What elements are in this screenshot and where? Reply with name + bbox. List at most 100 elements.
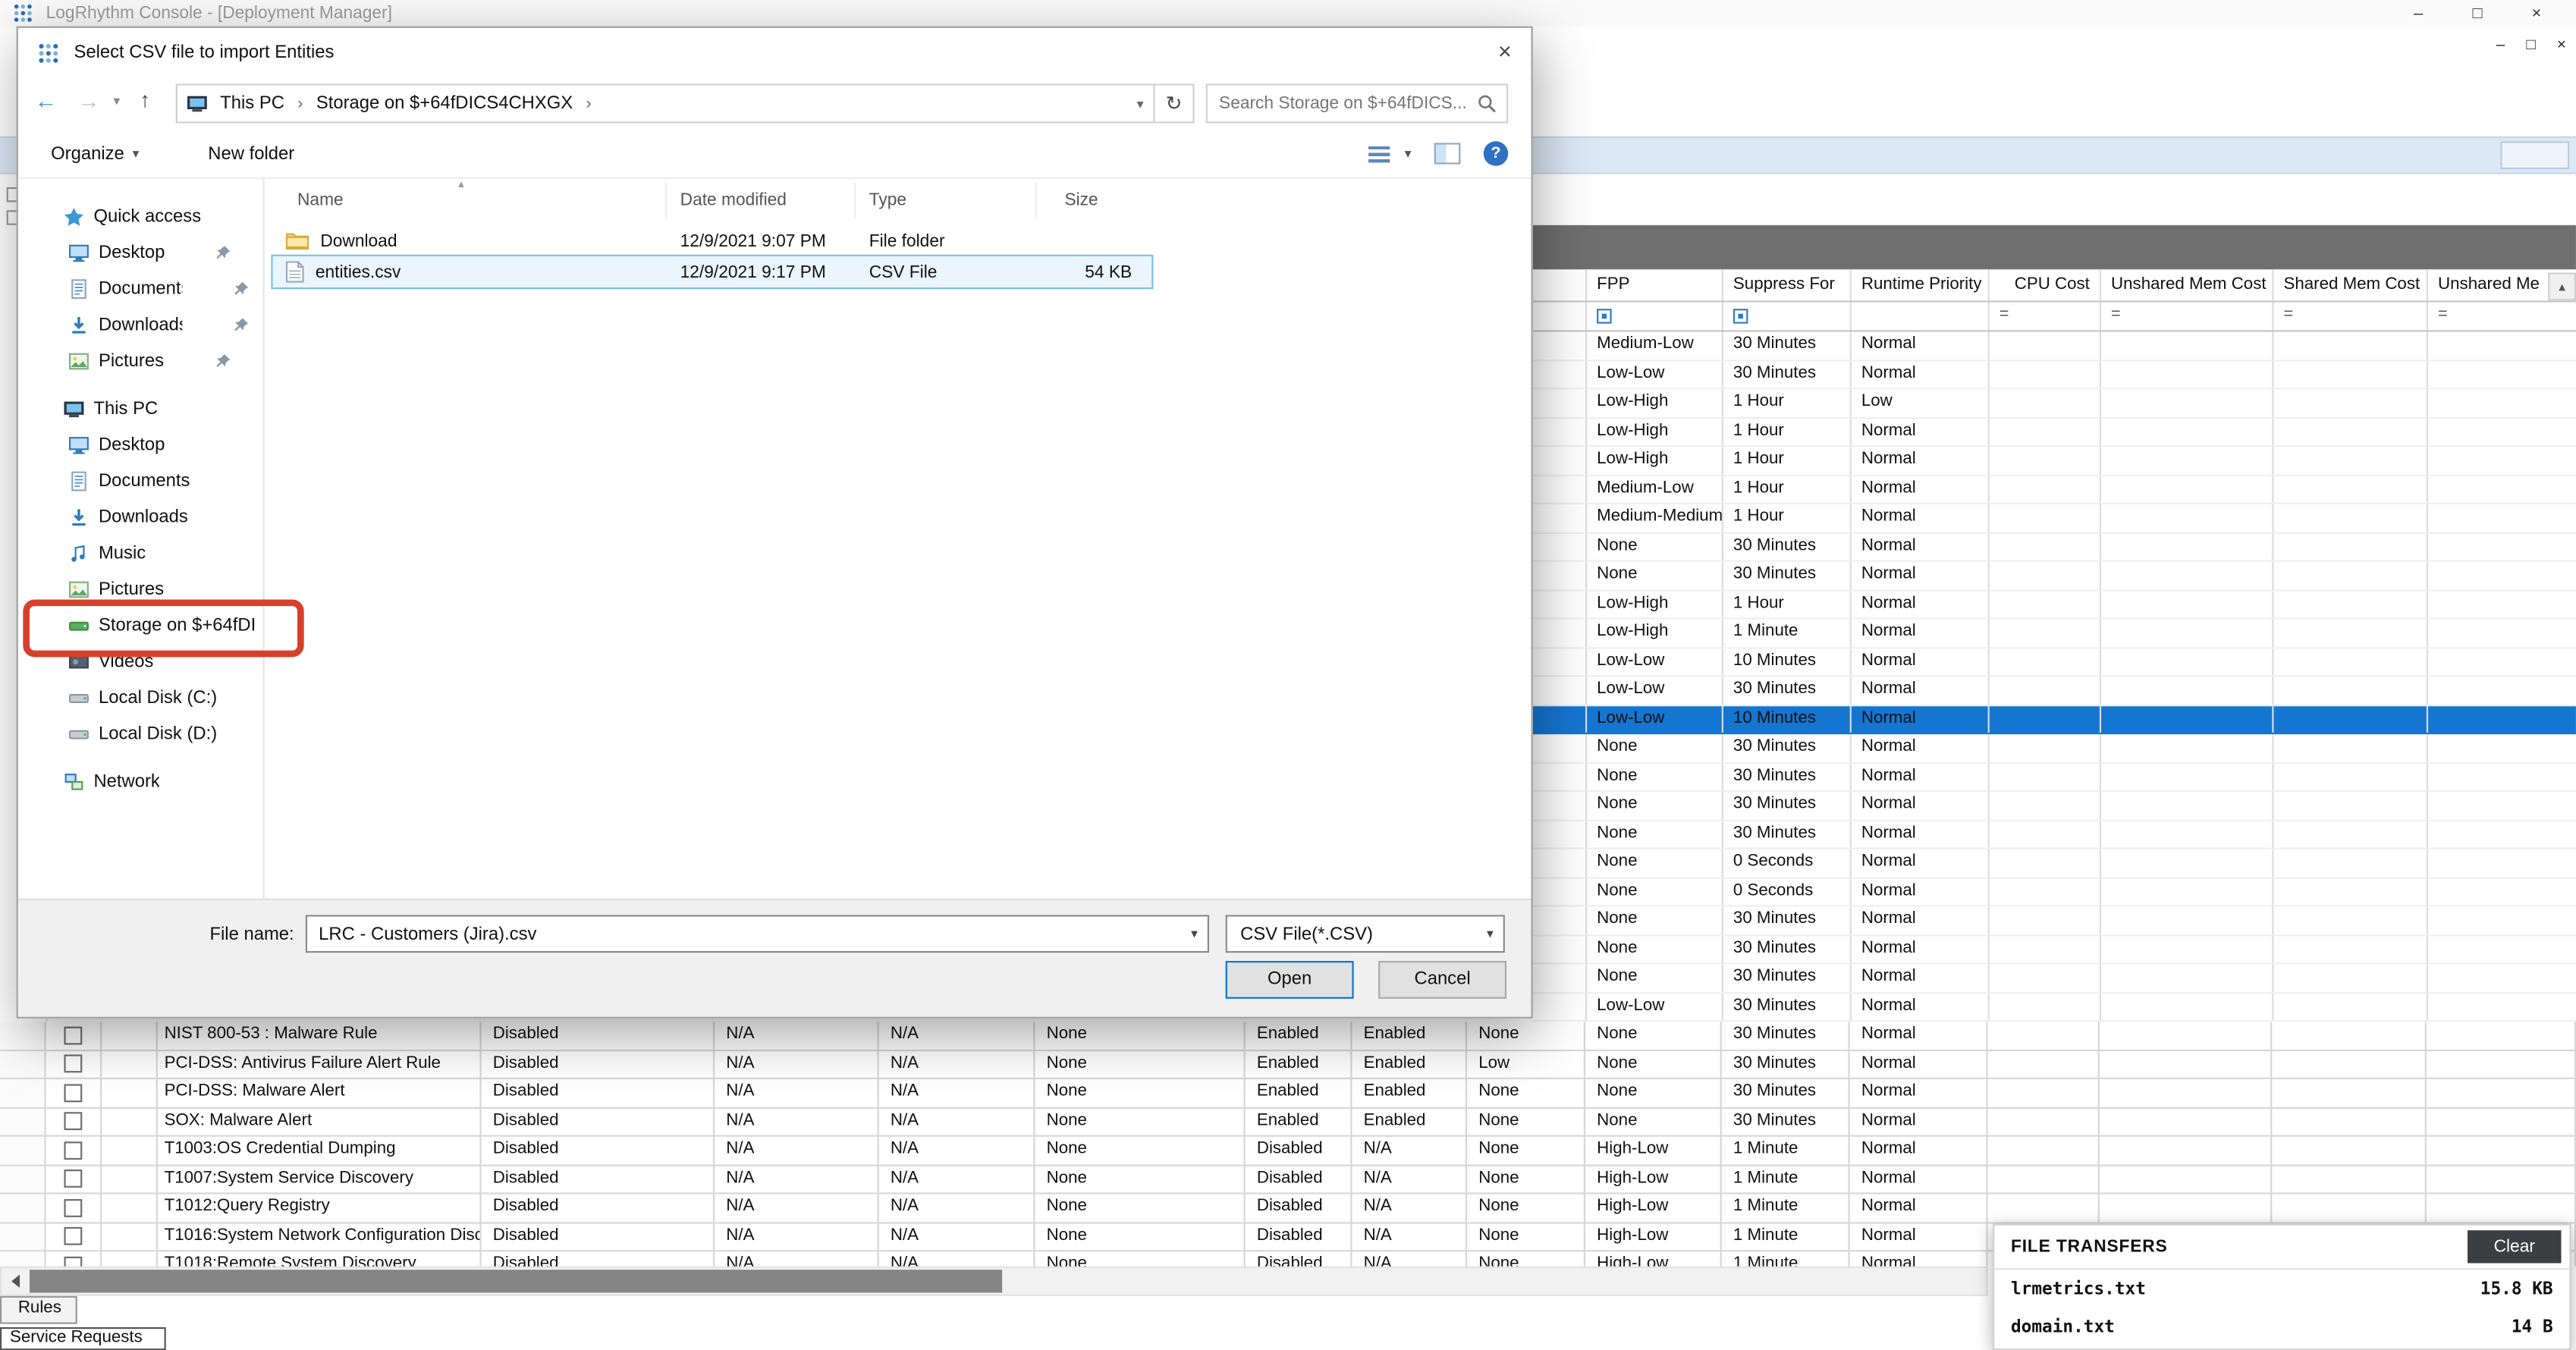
row-checkbox[interactable]: [64, 1170, 82, 1188]
column-header-name[interactable]: Name: [273, 182, 668, 218]
recent-locations-dropdown-icon[interactable]: ▾: [113, 93, 120, 108]
breadcrumb-this-pc[interactable]: This PC: [220, 93, 284, 113]
column-header-size[interactable]: Size: [1037, 182, 1152, 218]
grid-row[interactable]: Low-High1 MinuteNormal: [1533, 620, 2576, 648]
address-bar[interactable]: This PC › Storage on $+64fDICS4CHXGX › ▾: [176, 83, 1155, 123]
back-button[interactable]: ←: [34, 87, 57, 114]
address-dropdown-icon[interactable]: ▾: [1137, 96, 1144, 111]
grid-row[interactable]: Low-High1 HourNormal: [1533, 418, 2576, 447]
filter-cell-shared-mem-cost[interactable]: =: [2272, 303, 2427, 331]
restore-icon[interactable]: □: [2448, 1, 2507, 25]
rule-row-t1007-system-service-discovery[interactable]: T1007:System Service DiscoveryDisabledN/…: [0, 1166, 2576, 1195]
sidebar-item-downloads[interactable]: Downloads: [18, 499, 263, 535]
organize-menu[interactable]: Organize ▾: [51, 144, 139, 164]
sidebar-item-music[interactable]: Music: [18, 535, 263, 572]
tab-service-requests[interactable]: Service Requests: [0, 1327, 166, 1350]
dialog-close-button[interactable]: ×: [1478, 28, 1531, 77]
grid-row[interactable]: None30 MinutesNormal: [1533, 763, 2576, 792]
transfer-row-domain-txt[interactable]: domain.txt14 B: [1994, 1308, 2569, 1345]
grid-row[interactable]: Low-High1 HourLow: [1533, 389, 2576, 418]
sidebar-item-documents[interactable]: Documents: [18, 463, 263, 500]
column-header-runtime-priority[interactable]: Runtime Priority: [1850, 269, 1988, 300]
filter-cell-cpu-cost[interactable]: =: [1988, 303, 2100, 331]
grid-row[interactable]: Low-Low10 MinutesNormal: [1533, 648, 2576, 677]
rule-row-pci-dss-malware-alert[interactable]: PCI-DSS: Malware AlertDisabledN/AN/ANone…: [0, 1079, 2576, 1108]
row-checkbox[interactable]: [64, 1084, 82, 1102]
view-mode-button[interactable]: ▾: [1368, 146, 1411, 162]
grid-row[interactable]: None0 SecondsNormal: [1533, 878, 2576, 907]
rule-row-sox-malware-alert[interactable]: SOX: Malware AlertDisabledN/AN/ANoneEnab…: [0, 1108, 2576, 1137]
grid-row[interactable]: None30 MinutesNormal: [1533, 533, 2576, 562]
grid-row[interactable]: Low-Low30 MinutesNormal: [1533, 993, 2576, 1022]
grid-row[interactable]: None30 MinutesNormal: [1533, 821, 2576, 849]
rule-row-nist-800-53-malware-rule[interactable]: NIST 800-53 : Malware RuleDisabledN/AN/A…: [0, 1022, 2576, 1050]
filter-cell-runtime-priority[interactable]: [1850, 303, 1988, 331]
grid-row[interactable]: None30 MinutesNormal: [1533, 562, 2576, 591]
grid-row[interactable]: None30 MinutesNormal: [1533, 792, 2576, 821]
scrollbar-thumb[interactable]: [30, 1270, 1002, 1292]
breadcrumb-storage[interactable]: Storage on $+64fDICS4CHXGX: [316, 93, 573, 113]
column-header-type[interactable]: Type: [856, 182, 1036, 218]
grid-row[interactable]: Medium-Low1 HourNormal: [1533, 476, 2576, 504]
grid-row[interactable]: Low-High1 HourNormal: [1533, 591, 2576, 620]
grid-row[interactable]: Low-Low30 MinutesNormal: [1533, 677, 2576, 705]
sidebar-item-downloads[interactable]: Downloads: [18, 307, 263, 344]
grid-row[interactable]: None30 MinutesNormal: [1533, 734, 2576, 763]
preview-pane-icon[interactable]: [1434, 143, 1461, 164]
minimize-icon[interactable]: –: [2389, 1, 2448, 25]
transfer-row-lrmetrics-txt[interactable]: lrmetrics.txt15.8 KB: [1994, 1270, 2569, 1308]
cancel-button[interactable]: Cancel: [1378, 961, 1506, 999]
grid-row[interactable]: None0 SecondsNormal: [1533, 849, 2576, 878]
sidebar-section-quick-access[interactable]: Quick access: [18, 199, 263, 235]
row-checkbox[interactable]: [64, 1141, 82, 1160]
sidebar-item-local-disk-d[interactable]: Local Disk (D:): [18, 716, 263, 752]
sidebar-item-local-disk-c[interactable]: Local Disk (C:): [18, 680, 263, 717]
help-button[interactable]: ?: [1484, 141, 1508, 165]
filter-cell-unshared-mem-cost[interactable]: =: [2100, 303, 2272, 331]
tab-rules[interactable]: Rules: [0, 1296, 77, 1324]
rule-row-t1012-query-registry[interactable]: T1012:Query RegistryDisabledN/AN/ANoneDi…: [0, 1195, 2576, 1223]
sidebar-item-pictures[interactable]: Pictures: [18, 344, 263, 380]
grid-row[interactable]: None30 MinutesNormal: [1533, 964, 2576, 993]
grid-row[interactable]: None30 MinutesNormal: [1533, 935, 2576, 964]
column-header-cpu-cost[interactable]: CPU Cost: [1988, 269, 2100, 300]
horizontal-scrollbar[interactable]: [0, 1267, 1988, 1296]
search-box[interactable]: [1206, 83, 1509, 123]
column-header-unshared-mem-cost[interactable]: Unshared Mem Cost: [2100, 269, 2272, 300]
column-header-fpp[interactable]: FPP: [1585, 269, 1722, 300]
file-name-input[interactable]: [319, 924, 1181, 943]
refresh-button[interactable]: ↻: [1155, 83, 1195, 123]
sidebar-item-desktop[interactable]: Desktop: [18, 235, 263, 272]
file-type-select[interactable]: CSV File(*.CSV) ▾: [1226, 915, 1505, 953]
row-checkbox[interactable]: [64, 1113, 82, 1131]
grid-row[interactable]: Medium-Medium1 HourNormal: [1533, 504, 2576, 533]
row-checkbox[interactable]: [64, 1055, 82, 1073]
row-checkbox[interactable]: [64, 1227, 82, 1245]
file-name-combobox[interactable]: ▾: [306, 915, 1209, 953]
filter-cell-unshared-me[interactable]: =: [2427, 303, 2576, 331]
grid-row[interactable]: Low-High1 HourNormal: [1533, 447, 2576, 476]
forward-button[interactable]: →: [77, 87, 100, 114]
search-input[interactable]: [1219, 93, 1477, 113]
file-row-download[interactable]: Download12/9/2021 9:07 PMFile folder: [273, 225, 1152, 256]
sidebar-item-documents[interactable]: Documents: [18, 271, 263, 307]
sidebar-section-this-pc[interactable]: This PC: [18, 391, 263, 427]
clear-button[interactable]: Clear: [2468, 1230, 2561, 1263]
mdi-close-icon[interactable]: ×: [2557, 36, 2566, 55]
scroll-up-button[interactable]: ▴: [2548, 273, 2576, 301]
file-row-entities-csv[interactable]: entities.csv12/9/2021 9:17 PMCSV File54 …: [273, 256, 1152, 287]
open-button[interactable]: Open: [1226, 961, 1354, 999]
grid-row[interactable]: None30 MinutesNormal: [1533, 907, 2576, 936]
sidebar-section-network[interactable]: Network: [18, 764, 263, 800]
dialog-titlebar[interactable]: Select CSV file to import Entities ×: [18, 28, 1531, 77]
filter-cell-suppress-for[interactable]: [1722, 303, 1850, 331]
grid-row-selected[interactable]: Low-Low10 MinutesNormal: [1533, 705, 2576, 734]
new-folder-button[interactable]: New folder: [208, 144, 294, 164]
mdi-minimize-icon[interactable]: –: [2496, 36, 2505, 55]
mdi-restore-icon[interactable]: □: [2526, 36, 2535, 55]
sidebar-item-desktop[interactable]: Desktop: [18, 427, 263, 463]
grid-row[interactable]: Medium-Low30 MinutesNormal: [1533, 331, 2576, 360]
column-header-date-modified[interactable]: Date modified: [667, 182, 856, 218]
filter-cell-fpp[interactable]: [1585, 303, 1722, 331]
rule-row-pci-dss-antivirus-failure-alert-rule[interactable]: PCI-DSS: Antivirus Failure Alert RuleDis…: [0, 1050, 2576, 1079]
